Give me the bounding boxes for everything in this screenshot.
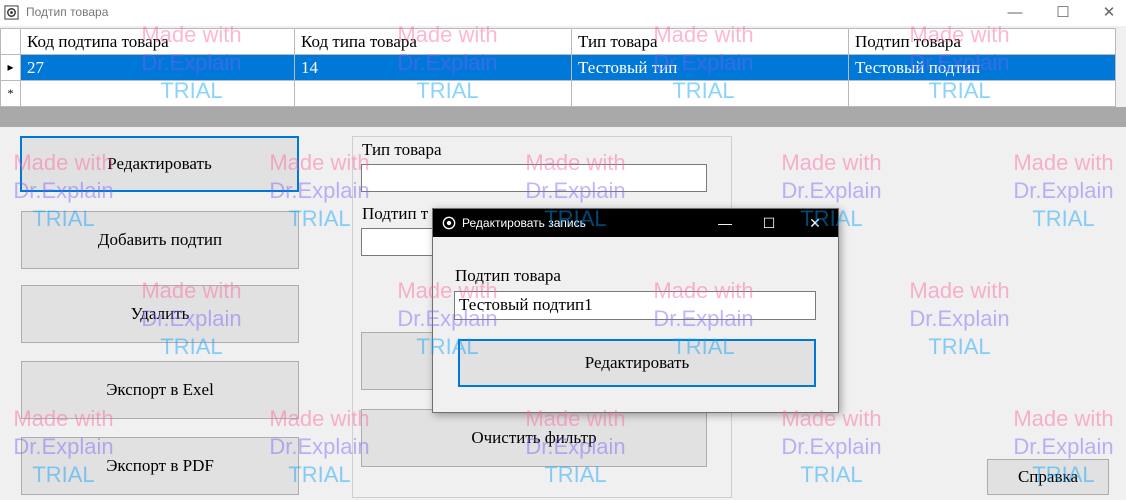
column-header-subtype[interactable]: Подтип товара — [848, 28, 1116, 55]
table-cell[interactable]: 14 — [294, 54, 572, 81]
table-cell[interactable]: Тестовый подтип — [848, 54, 1116, 81]
help-button[interactable]: Справка — [987, 459, 1109, 495]
watermark: Made with Dr.Explain TRIAL — [781, 406, 882, 487]
dialog-field-label: Подтип товара — [455, 266, 561, 285]
subtype-edit-input[interactable]: Тестовый подтип1 — [454, 291, 816, 320]
dialog-title: Редактировать запись — [462, 216, 586, 230]
new-row[interactable]: * — [0, 80, 1116, 107]
table-cell[interactable] — [848, 80, 1116, 107]
type-label: Тип товара — [362, 140, 442, 159]
grid-header-row: Код подтипа товара Код типа товара Тип т… — [0, 28, 1116, 55]
dialog-titlebar: Редактировать запись — ☐ ✕ — [433, 209, 838, 237]
export-excel-button[interactable]: Экспорт в Exel — [21, 361, 299, 419]
grid-empty-area — [0, 107, 1126, 127]
app-icon — [4, 5, 19, 20]
table-row[interactable]: ▸ 27 14 Тестовый тип Тестовый подтип — [0, 54, 1116, 81]
dialog-minimize-button[interactable]: — — [703, 209, 747, 237]
maximize-button[interactable]: ☐ — [1040, 0, 1086, 26]
add-subtype-button[interactable]: Добавить подтип — [21, 211, 299, 269]
close-button[interactable]: ✕ — [1086, 0, 1126, 26]
column-header-type[interactable]: Тип товара — [571, 28, 849, 55]
window-title: Подтип товара — [26, 5, 109, 19]
table-cell[interactable] — [20, 80, 295, 107]
subtype-grid[interactable]: Код подтипа товара Код типа товара Тип т… — [0, 28, 1126, 127]
watermark: Made with Dr.Explain TRIAL — [909, 278, 1010, 359]
dialog-close-button[interactable]: ✕ — [793, 209, 837, 237]
column-header-subtype-code[interactable]: Код подтипа товара — [20, 28, 295, 55]
clear-filter-button[interactable]: Очистить фильтр — [361, 409, 707, 467]
table-cell[interactable] — [571, 80, 849, 107]
edit-button[interactable]: Редактировать — [20, 136, 299, 192]
minimize-button[interactable]: — — [992, 0, 1038, 26]
table-cell[interactable]: Тестовый тип — [571, 54, 849, 81]
window-titlebar: Подтип товара — ☐ ✕ — [0, 0, 1126, 26]
new-row-icon[interactable]: * — [0, 80, 21, 107]
table-cell[interactable]: 27 — [20, 54, 295, 81]
delete-button[interactable]: Удалить — [21, 285, 299, 343]
watermark: Made with Dr.Explain TRIAL — [1013, 150, 1114, 231]
edit-record-dialog: Редактировать запись — ☐ ✕ Подтип товара… — [432, 208, 839, 413]
row-header-corner — [0, 28, 21, 55]
type-filter-input[interactable] — [361, 164, 707, 192]
export-pdf-button[interactable]: Экспорт в PDF — [21, 437, 299, 495]
table-cell[interactable] — [294, 80, 572, 107]
dialog-submit-button[interactable]: Редактировать — [458, 339, 816, 387]
column-header-type-code[interactable]: Код типа товара — [294, 28, 572, 55]
app-icon — [442, 216, 456, 230]
subtype-label: Подтип т — [362, 204, 429, 223]
dialog-maximize-button[interactable]: ☐ — [747, 209, 791, 237]
row-selector-icon[interactable]: ▸ — [0, 54, 21, 81]
